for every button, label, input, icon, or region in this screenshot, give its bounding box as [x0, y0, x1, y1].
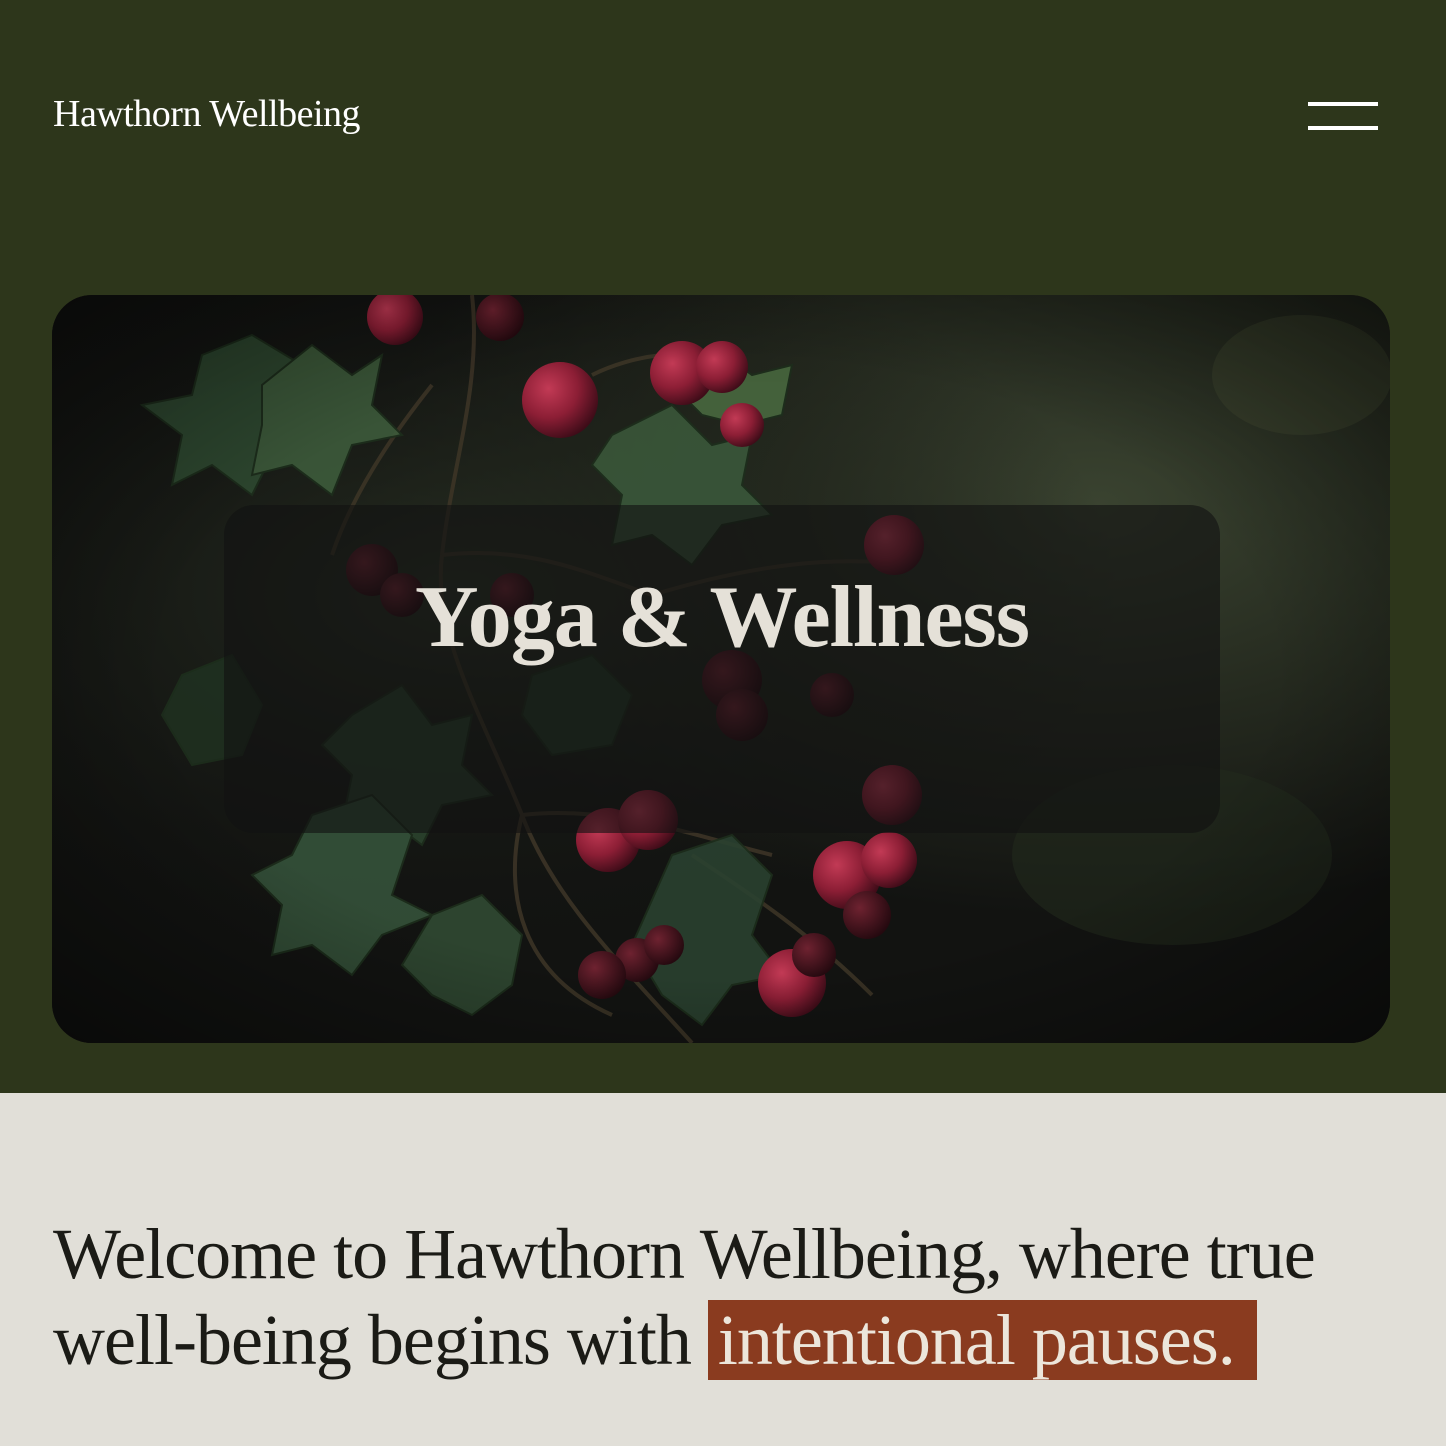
menu-bar-bottom [1308, 126, 1378, 130]
menu-bar-top [1308, 102, 1378, 106]
intro-highlight: intentional pauses. [707, 1300, 1257, 1380]
hamburger-menu-icon[interactable] [1300, 92, 1386, 138]
hero-section: Yoga & Wellness [0, 244, 1446, 1093]
hero-title: Yoga & Wellness [414, 569, 1030, 666]
hero-title-panel: Yoga & Wellness [224, 505, 1220, 833]
hero-image-card: Yoga & Wellness [52, 295, 1390, 1043]
site-header: Hawthorn Wellbeing [0, 0, 1446, 244]
intro-section: Welcome to Hawthorn Wellbeing, where tru… [0, 1093, 1446, 1446]
intro-paragraph: Welcome to Hawthorn Wellbeing, where tru… [53, 1211, 1383, 1383]
site-logo-text[interactable]: Hawthorn Wellbeing [53, 92, 361, 136]
